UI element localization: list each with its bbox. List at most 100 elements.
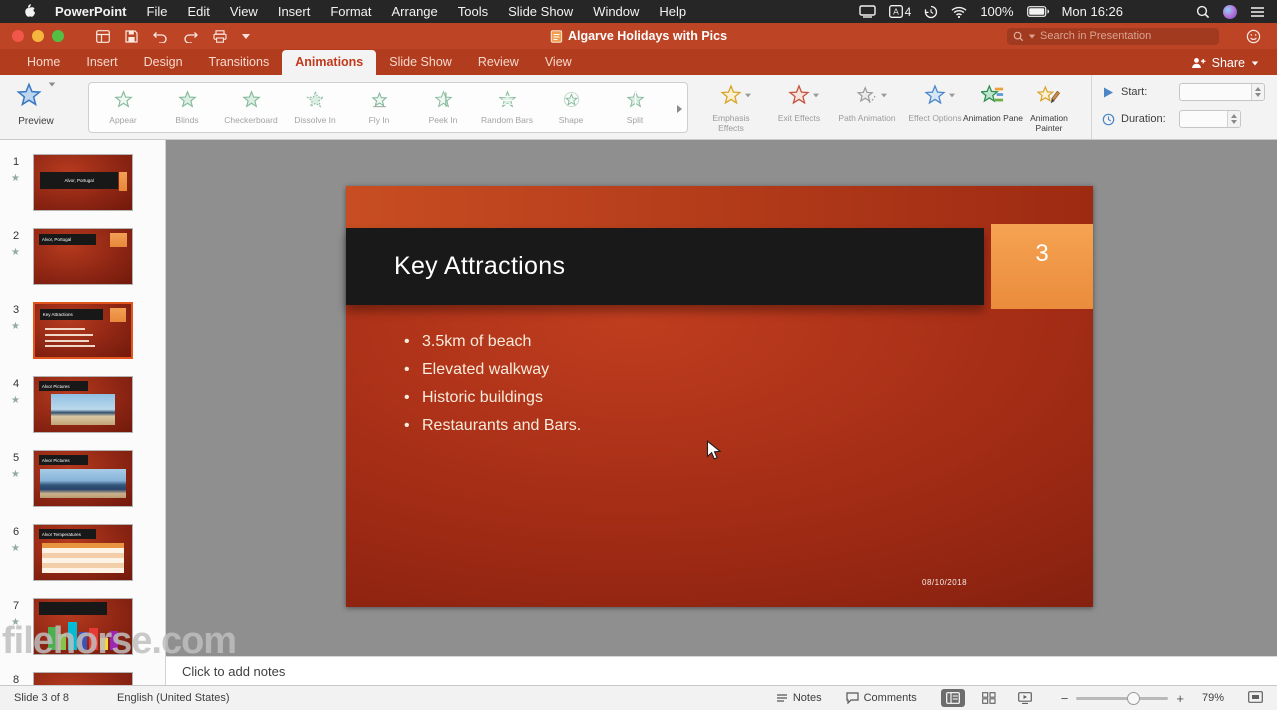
effect-checkerboard[interactable]: Checkerboard	[219, 90, 283, 125]
menu-insert[interactable]: Insert	[268, 4, 321, 19]
effect-random-bars[interactable]: Random Bars	[475, 90, 539, 125]
fit-to-window-button[interactable]	[1248, 690, 1263, 706]
zoom-slider-handle[interactable]	[1126, 691, 1140, 705]
slide-title-text[interactable]: Key Attractions	[346, 252, 565, 281]
bullet-item[interactable]: Historic buildings	[404, 384, 581, 412]
search-scope-caret-icon[interactable]	[1028, 34, 1036, 38]
duration-value-input[interactable]	[1180, 113, 1227, 125]
tab-review[interactable]: Review	[465, 50, 532, 75]
slide-editing-canvas[interactable]: Key Attractions 3 3.5km of beach Elevate…	[166, 140, 1277, 656]
thumbnail-slide-5[interactable]: 5 ★ Alvor Pictures	[0, 450, 165, 520]
customize-toolbar-caret-icon[interactable]	[242, 33, 250, 39]
menu-arrange[interactable]: Arrange	[382, 4, 448, 19]
menu-help[interactable]: Help	[649, 4, 696, 19]
start-stepper[interactable]	[1251, 84, 1264, 100]
duration-stepper[interactable]	[1227, 111, 1240, 127]
view-switch-icon[interactable]	[96, 29, 110, 43]
notes-placeholder[interactable]: Click to add notes	[182, 664, 285, 679]
slideshow-view-button[interactable]	[1013, 689, 1037, 707]
zoom-slider[interactable]	[1076, 691, 1169, 705]
effect-split[interactable]: Split	[603, 90, 667, 125]
menu-tools[interactable]: Tools	[448, 4, 498, 19]
preview-button[interactable]: Preview	[6, 82, 66, 127]
slide-number-box[interactable]: 3	[991, 224, 1093, 309]
effect-appear[interactable]: Appear	[91, 90, 155, 125]
animation-pane-button[interactable]: Animation Pane	[962, 84, 1024, 123]
bullet-item[interactable]: Restaurants and Bars.	[404, 412, 581, 440]
notification-center-icon[interactable]	[1250, 6, 1265, 18]
wifi-icon[interactable]	[951, 6, 967, 18]
slide-bullet-list[interactable]: 3.5km of beach Elevated walkway Historic…	[404, 328, 581, 440]
emphasis-effects-button[interactable]: Emphasis Effects	[700, 84, 762, 133]
siri-icon[interactable]	[1223, 4, 1237, 19]
preview-caret-icon[interactable]	[49, 82, 56, 87]
duration-spinbox[interactable]	[1179, 110, 1241, 128]
menu-window[interactable]: Window	[583, 4, 649, 19]
undo-icon[interactable]	[153, 30, 168, 43]
effect-shape[interactable]: Shape	[539, 90, 603, 125]
close-window-button[interactable]	[12, 30, 24, 42]
print-icon[interactable]	[213, 29, 227, 43]
zoom-in-button[interactable]: +	[1176, 692, 1184, 705]
screen-mirroring-icon[interactable]	[858, 5, 876, 18]
search-input[interactable]	[1040, 30, 1213, 42]
menu-edit[interactable]: Edit	[177, 4, 219, 19]
menu-view[interactable]: View	[220, 4, 268, 19]
battery-icon[interactable]	[1026, 6, 1049, 17]
effect-fly-in[interactable]: Fly In	[347, 90, 411, 125]
effect-options-button[interactable]: Effect Options	[904, 84, 966, 123]
tab-transitions[interactable]: Transitions	[196, 50, 283, 75]
effect-blinds[interactable]: Blinds	[155, 90, 219, 125]
menu-slideshow[interactable]: Slide Show	[498, 4, 583, 19]
start-combobox[interactable]	[1179, 83, 1265, 101]
feedback-smiley-icon[interactable]	[1246, 29, 1261, 44]
thumbnail-slide-4[interactable]: 4 ★ Alvor Pictures	[0, 376, 165, 446]
tab-design[interactable]: Design	[131, 50, 196, 75]
menu-powerpoint[interactable]: PowerPoint	[45, 4, 137, 19]
current-slide[interactable]: Key Attractions 3 3.5km of beach Elevate…	[346, 186, 1093, 607]
redo-icon[interactable]	[183, 30, 198, 43]
menu-file[interactable]: File	[137, 4, 178, 19]
tab-slideshow[interactable]: Slide Show	[376, 50, 465, 75]
exit-effects-button[interactable]: Exit Effects	[768, 84, 830, 123]
comments-toggle-button[interactable]: Comments	[845, 692, 917, 704]
zoom-out-button[interactable]: −	[1061, 692, 1069, 705]
input-source-icon[interactable]: A 4	[888, 5, 911, 19]
zoom-percent[interactable]: 79%	[1202, 692, 1224, 704]
minimize-window-button[interactable]	[32, 30, 44, 42]
save-icon[interactable]	[125, 29, 138, 43]
svg-text:A: A	[893, 7, 899, 17]
zoom-window-button[interactable]	[52, 30, 64, 42]
share-button[interactable]: Share	[1191, 56, 1263, 75]
document-title: Algarve Holidays with Pics	[567, 29, 728, 43]
menu-format[interactable]: Format	[320, 4, 381, 19]
time-machine-icon[interactable]	[924, 5, 938, 19]
normal-view-button[interactable]	[940, 689, 965, 707]
thumbnail-slide-1[interactable]: 1 ★ Alvor, Portugal	[0, 154, 165, 224]
tab-view[interactable]: View	[532, 50, 585, 75]
thumbnail-slide-3-selected[interactable]: 3 ★ Key Attractions	[0, 302, 165, 372]
path-animation-button[interactable]: Path Animation	[836, 84, 898, 123]
tab-animations[interactable]: Animations	[282, 50, 377, 75]
presentation-search[interactable]	[1007, 27, 1219, 45]
thumbnail-slide-6[interactable]: 6 ★ Alvor Temperatures	[0, 524, 165, 594]
animation-painter-button[interactable]: Animation Painter	[1018, 84, 1080, 133]
effect-dissolve-in[interactable]: Dissolve In	[283, 90, 347, 125]
notes-toggle-button[interactable]: Notes	[776, 692, 822, 704]
spotlight-icon[interactable]	[1196, 5, 1210, 19]
slide-title-banner[interactable]: Key Attractions	[346, 228, 984, 305]
bullet-item[interactable]: Elevated walkway	[404, 356, 581, 384]
effect-peek-in[interactable]: Peek In	[411, 90, 475, 125]
gallery-more-arrow-icon[interactable]	[677, 105, 682, 113]
menubar-clock[interactable]: Mon 16:26	[1062, 4, 1123, 19]
bullet-item[interactable]: 3.5km of beach	[404, 328, 581, 356]
apple-menu-icon[interactable]	[12, 3, 45, 21]
slide-sorter-view-button[interactable]	[977, 689, 1001, 707]
language-indicator[interactable]: English (United States)	[117, 692, 230, 704]
thumbnail-slide-8[interactable]: 8 ★	[0, 672, 165, 685]
tab-home[interactable]: Home	[14, 50, 73, 75]
tab-insert[interactable]: Insert	[73, 50, 130, 75]
thumbnail-slide-2[interactable]: 2 ★ Alvor, Portugal	[0, 228, 165, 298]
notes-pane[interactable]: Click to add notes	[166, 656, 1277, 685]
start-value-input[interactable]	[1180, 86, 1251, 98]
